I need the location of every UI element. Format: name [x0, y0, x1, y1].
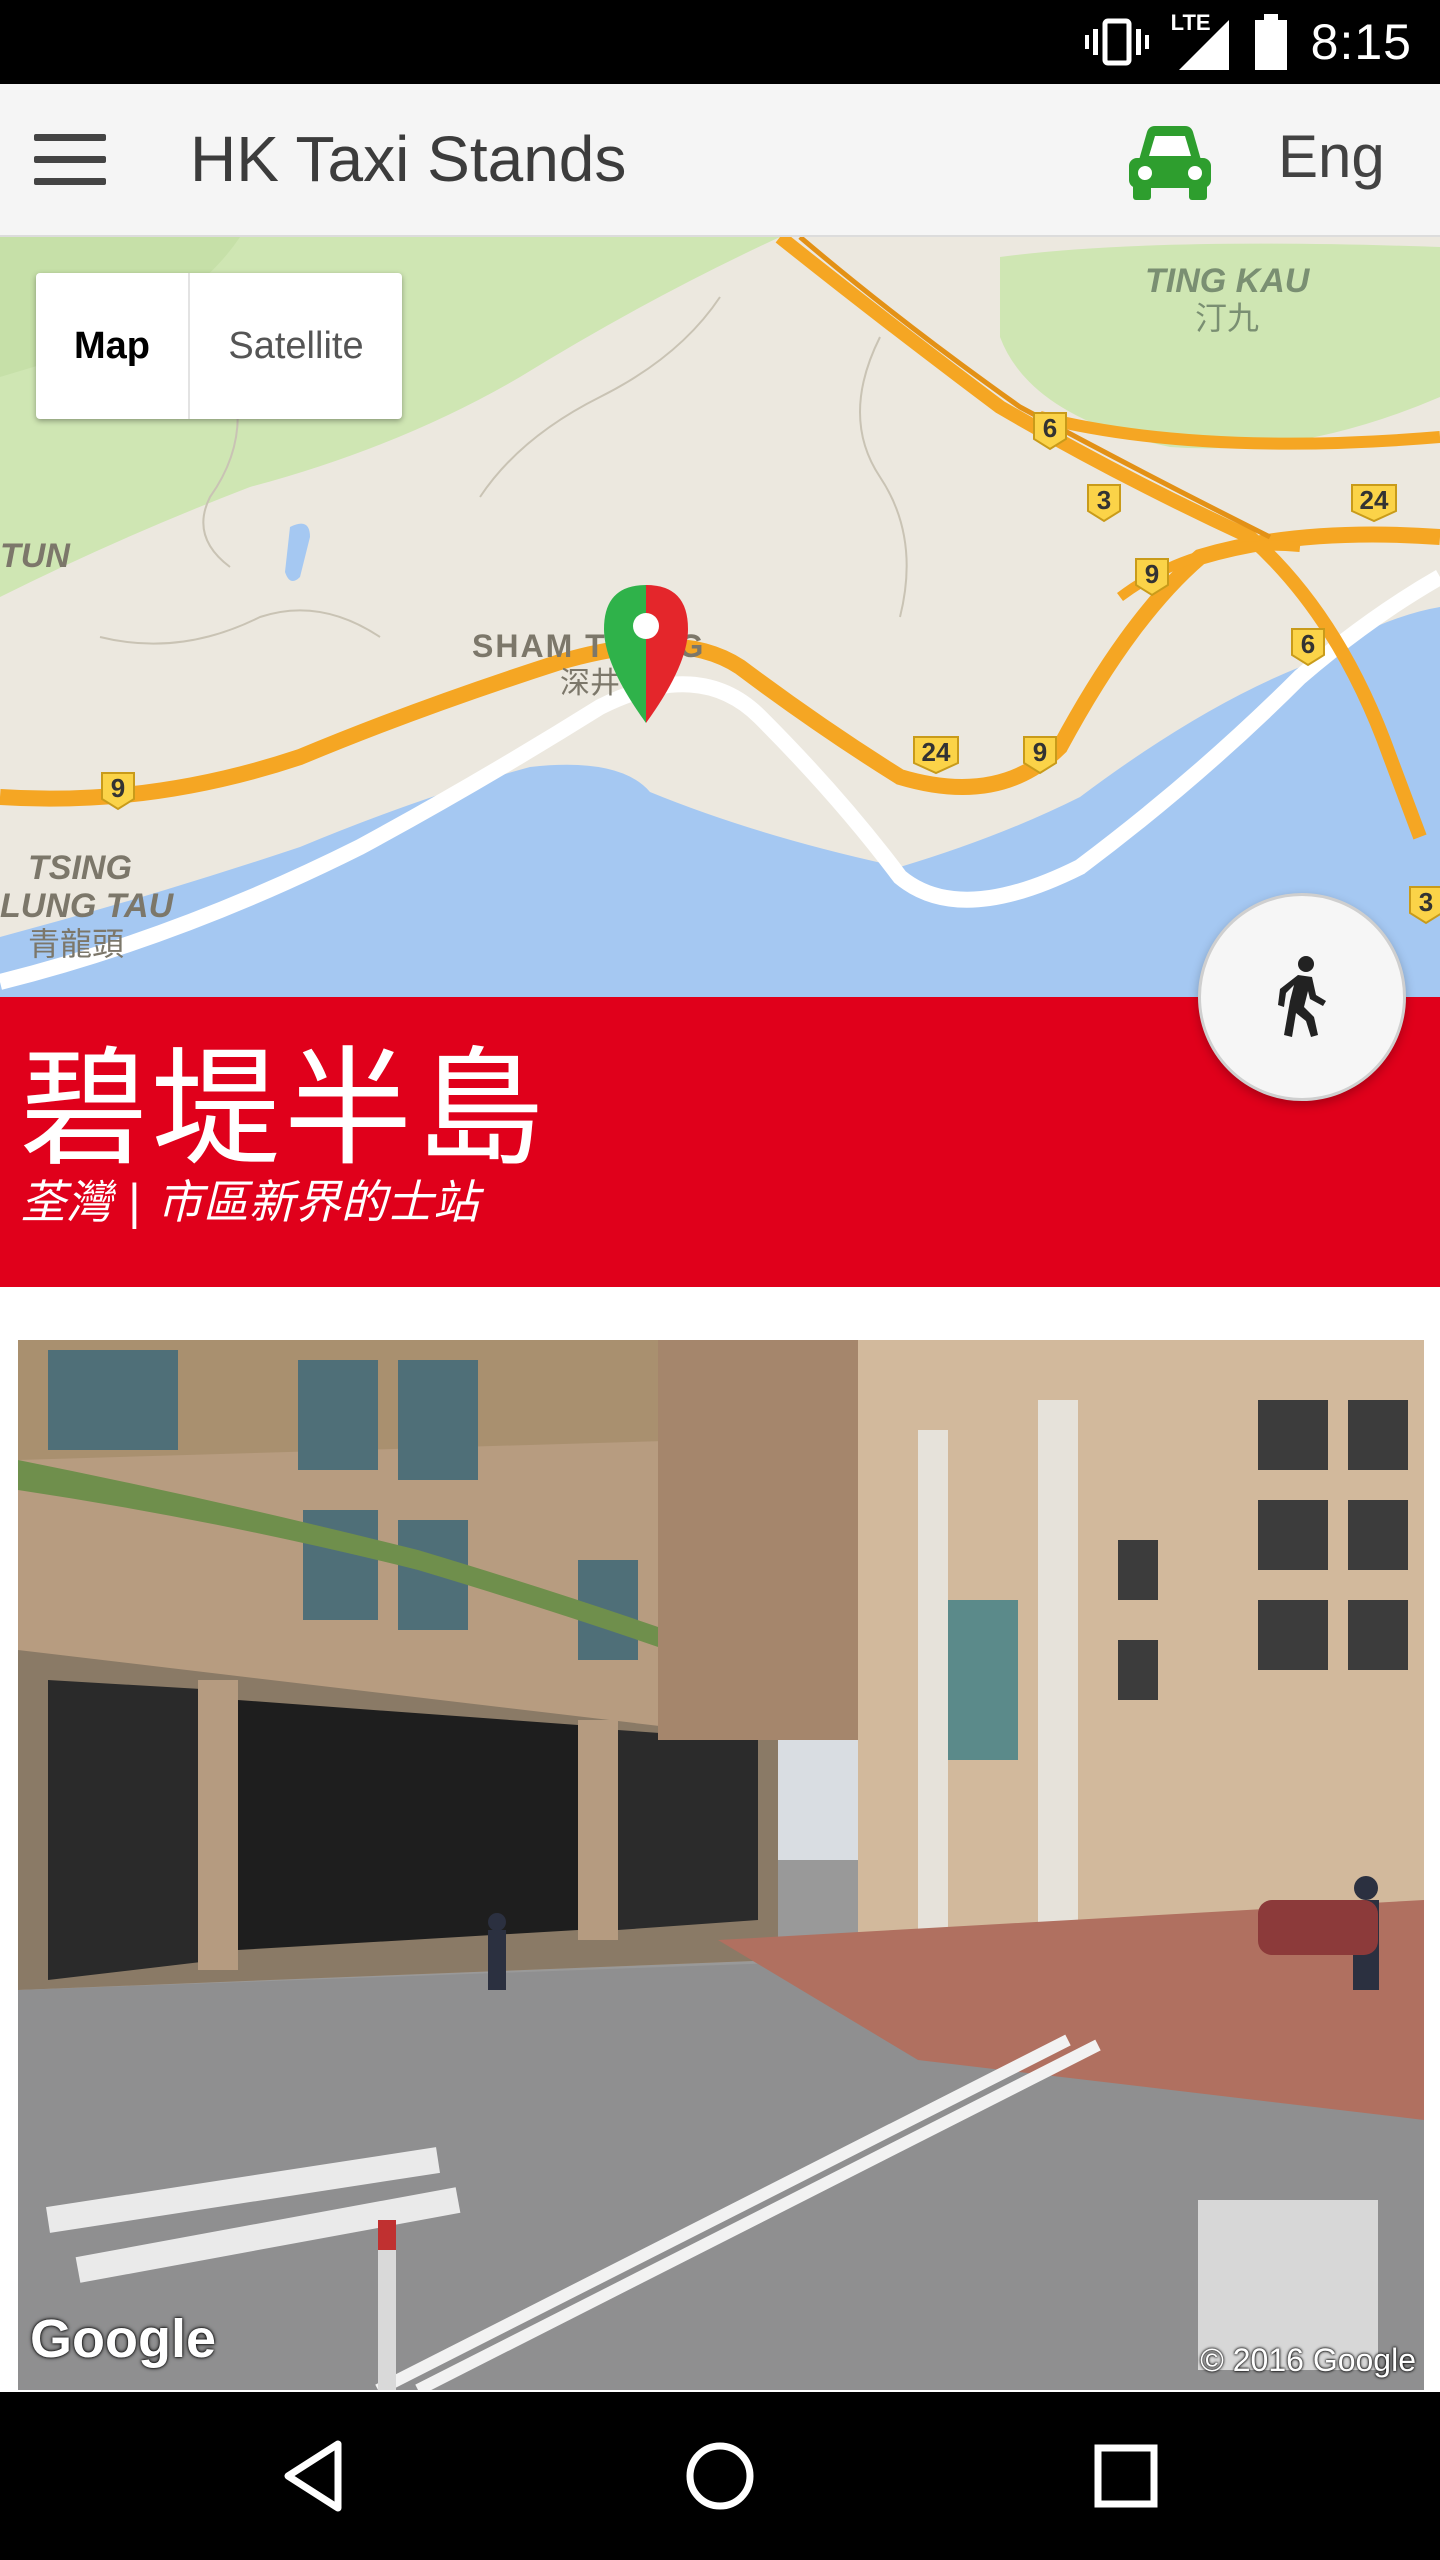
stand-subtitle: 荃灣 | 市區新界的士站 — [20, 1175, 479, 1229]
route-shield: 3 — [1087, 484, 1121, 523]
svg-text:3: 3 — [1419, 887, 1433, 917]
navigation-bar — [0, 2392, 1440, 2560]
svg-text:6: 6 — [1301, 629, 1315, 659]
app-bar: HK Taxi Stands Eng — [0, 84, 1440, 237]
route-shield: 24 — [1351, 484, 1397, 523]
app-title: HK Taxi Stands — [190, 123, 627, 195]
map-type-map-button[interactable]: Map — [36, 273, 190, 419]
map-label-tun: TUN — [0, 537, 71, 575]
svg-text:9: 9 — [1145, 559, 1159, 589]
map-view[interactable]: TING KAU 汀九 SHAM TSENG 深井 TSING LUNG TAU… — [0, 237, 1440, 997]
svg-text:6: 6 — [1043, 413, 1057, 443]
map-label-tsing: TSING — [28, 849, 132, 887]
signal-icon — [1178, 20, 1229, 70]
walking-directions-button[interactable] — [1198, 893, 1406, 1101]
map-label-ting-kau: TING KAU — [1145, 262, 1311, 300]
recents-icon[interactable] — [1086, 2436, 1166, 2516]
svg-text:9: 9 — [111, 773, 125, 803]
map-type-toggle: Map Satellite — [36, 273, 402, 419]
vibrate-icon — [1084, 18, 1149, 66]
street-view-image[interactable]: Google © 2016 Google — [18, 1340, 1424, 2390]
map-label-lung-tau: LUNG TAU — [0, 887, 175, 925]
stand-name: 碧堤半島 — [20, 1035, 549, 1184]
map-label-ting-kau-zh: 汀九 — [1195, 299, 1259, 337]
home-icon[interactable] — [680, 2436, 760, 2516]
taxi-icon[interactable] — [1125, 124, 1215, 202]
menu-icon[interactable] — [34, 134, 106, 186]
street-view-scene — [18, 1340, 1424, 2390]
map-label-tsing-lung-tau-zh: 青龍頭 — [28, 925, 124, 963]
svg-text:3: 3 — [1097, 485, 1111, 515]
copyright-text: © 2016 Google — [1200, 2342, 1416, 2378]
status-icons: LTE 8:15 — [1084, 0, 1412, 84]
svg-text:24: 24 — [1360, 485, 1389, 515]
svg-text:9: 9 — [1033, 737, 1047, 767]
status-bar: LTE 8:15 — [0, 0, 1440, 84]
svg-text:24: 24 — [922, 737, 951, 767]
route-shield: 24 — [913, 736, 959, 775]
map-type-satellite-button[interactable]: Satellite — [190, 273, 402, 419]
back-icon[interactable] — [276, 2436, 356, 2516]
map-label-sham-tseng-zh: 深井 — [560, 666, 620, 701]
google-logo: Google — [30, 2309, 216, 2369]
language-button[interactable]: Eng — [1278, 122, 1385, 191]
clock: 8:15 — [1310, 14, 1412, 70]
walking-person-icon — [1278, 956, 1326, 1037]
signal-indicator: LTE — [1171, 10, 1231, 72]
battery-icon — [1254, 14, 1287, 70]
